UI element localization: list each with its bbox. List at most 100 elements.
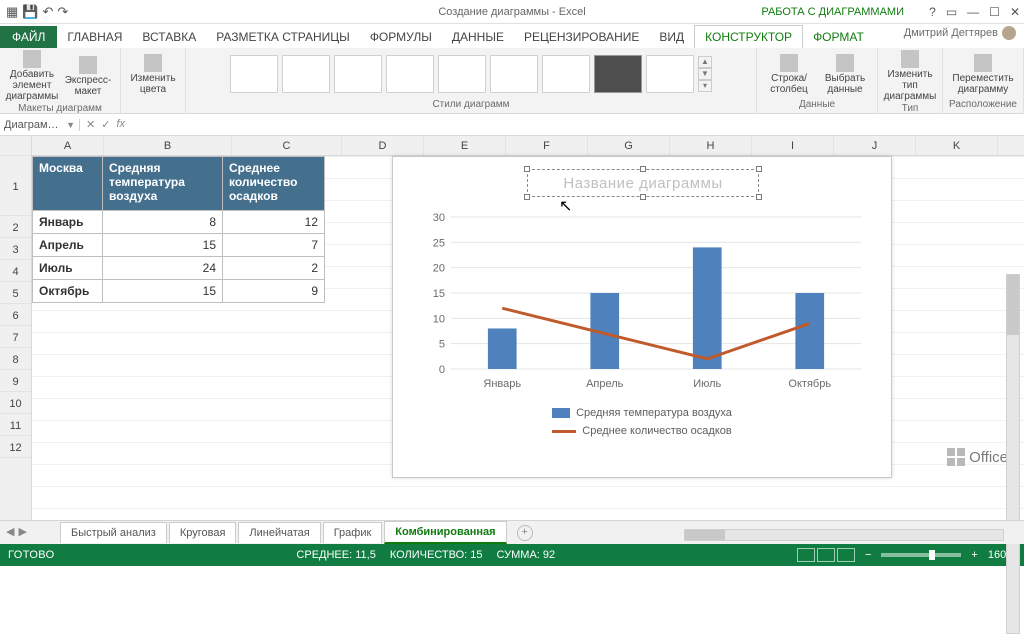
save-icon[interactable]: 💾 — [22, 4, 38, 20]
accept-formula-icon[interactable]: ✓ — [101, 118, 110, 131]
zoom-slider[interactable] — [881, 553, 961, 557]
chart-object[interactable]: Название диаграммы ↖ 051015202530ЯнварьА… — [392, 156, 892, 478]
chart-style-5[interactable] — [438, 55, 486, 93]
title-bar: ▦ 💾 ↶ ↷ Создание диаграммы - Excel РАБОТ… — [0, 0, 1024, 24]
chart-legend[interactable]: Средняя температура воздуха Среднее коли… — [393, 407, 891, 437]
change-colors-button[interactable]: Изменить цвета — [127, 54, 179, 95]
svg-text:20: 20 — [433, 263, 445, 275]
tab-data[interactable]: ДАННЫЕ — [442, 26, 514, 48]
tab-layout[interactable]: РАЗМЕТКА СТРАНИЦЫ — [206, 26, 360, 48]
chart-style-9[interactable] — [646, 55, 694, 93]
avatar-icon — [1002, 26, 1016, 40]
minimize-icon[interactable]: — — [967, 5, 979, 19]
sheet-tab[interactable]: Линейчатая — [238, 522, 320, 543]
gallery-scroll[interactable]: ▲▼▾ — [698, 56, 712, 92]
cancel-formula-icon[interactable]: ✕ — [86, 118, 95, 131]
chevron-down-icon[interactable]: ▼ — [66, 120, 75, 130]
chart-styles-gallery[interactable]: ▲▼▾ — [230, 50, 712, 98]
sheet-tab[interactable]: Круговая — [169, 522, 237, 543]
svg-text:Июль: Июль — [693, 378, 721, 390]
svg-text:15: 15 — [433, 288, 445, 300]
chart-style-3[interactable] — [334, 55, 382, 93]
tab-home[interactable]: ГЛАВНАЯ — [57, 26, 132, 48]
group-location: Расположение — [949, 98, 1017, 111]
svg-text:Апрель: Апрель — [586, 378, 624, 390]
column-headers[interactable]: A B C DEF GHI JK — [32, 136, 1024, 156]
svg-text:10: 10 — [433, 313, 445, 325]
tab-view[interactable]: ВИД — [649, 26, 694, 48]
svg-text:25: 25 — [433, 237, 445, 249]
status-bar: ГОТОВО СРЕДНЕЕ: 11,5 КОЛИЧЕСТВО: 15 СУММ… — [0, 544, 1024, 566]
chart-title[interactable]: Название диаграммы — [527, 169, 759, 197]
account-label[interactable]: Дмитрий Дегтярев — [904, 26, 1016, 40]
group-type: Тип — [902, 102, 919, 115]
sheet-nav[interactable]: ◀▶ — [6, 525, 27, 538]
undo-icon[interactable]: ↶ — [42, 4, 53, 20]
table-row: Январь812 — [33, 211, 325, 234]
table-header-temp[interactable]: Средняя температура воздуха — [103, 157, 223, 211]
tab-insert[interactable]: ВСТАВКА — [132, 26, 206, 48]
svg-text:Октябрь: Октябрь — [788, 378, 831, 390]
fx-icon[interactable]: fx — [116, 118, 125, 131]
group-chart-layouts: Макеты диаграмм — [18, 102, 102, 115]
table-row: Июль242 — [33, 257, 325, 280]
quick-layout-button[interactable]: Экспресс-макет — [62, 56, 114, 97]
worksheet[interactable]: 1 234 567 8910 1112 A B C DEF GHI JK Мос… — [0, 136, 1024, 520]
table-row: Октябрь159 — [33, 280, 325, 303]
maximize-icon[interactable]: ☐ — [989, 5, 1000, 19]
name-box[interactable]: Диаграм…▼ — [0, 119, 80, 131]
office-logo: Office — [947, 448, 1008, 466]
chart-style-8[interactable] — [594, 55, 642, 93]
ribbon-toggle-icon[interactable]: ▭ — [946, 5, 957, 19]
context-tab-title: РАБОТА С ДИАГРАММАМИ — [761, 6, 904, 18]
chart-style-1[interactable] — [230, 55, 278, 93]
chart-style-4[interactable] — [386, 55, 434, 93]
status-mode: ГОТОВО — [8, 549, 55, 561]
window-title: Создание диаграммы - Excel — [438, 6, 585, 18]
group-chart-styles: Стили диаграмм — [432, 98, 509, 111]
ribbon: Добавить элемент диаграммы Экспресс-маке… — [0, 48, 1024, 114]
table-row: Апрель157 — [33, 234, 325, 257]
vertical-scrollbar[interactable] — [1006, 274, 1020, 634]
add-chart-element-button[interactable]: Добавить элемент диаграммы — [6, 50, 58, 102]
excel-app-icon: ▦ — [6, 4, 18, 20]
formula-bar: Диаграм…▼ ✕ ✓ fx — [0, 114, 1024, 136]
sheet-tab[interactable]: Быстрый анализ — [60, 522, 167, 543]
view-switcher[interactable] — [797, 548, 855, 562]
chart-style-7[interactable] — [542, 55, 590, 93]
tab-format[interactable]: ФОРМАТ — [803, 26, 874, 48]
table-header-precip[interactable]: Среднее количество осадков — [223, 157, 325, 211]
account-name: Дмитрий Дегтярев — [904, 27, 998, 39]
select-data-button[interactable]: Выбрать данные — [819, 54, 871, 95]
chart-style-2[interactable] — [282, 55, 330, 93]
sheet-tab-active[interactable]: Комбинированная — [384, 521, 506, 544]
svg-text:5: 5 — [439, 339, 445, 351]
horizontal-scrollbar[interactable] — [684, 529, 1004, 541]
sheet-tab[interactable]: График — [323, 522, 383, 543]
help-icon[interactable]: ? — [929, 5, 936, 19]
row-headers[interactable]: 1 234 567 8910 1112 — [0, 136, 32, 520]
tab-design[interactable]: КОНСТРУКТОР — [694, 25, 803, 48]
chart-style-6[interactable] — [490, 55, 538, 93]
redo-icon[interactable]: ↷ — [57, 4, 68, 20]
data-table[interactable]: Москва Средняя температура воздуха Средн… — [32, 156, 325, 303]
close-icon[interactable]: ✕ — [1010, 5, 1020, 19]
svg-text:0: 0 — [439, 364, 445, 376]
file-tab[interactable]: ФАЙЛ — [0, 26, 57, 48]
move-chart-button[interactable]: Переместить диаграмму — [957, 54, 1009, 95]
add-sheet-button[interactable]: + — [517, 525, 533, 541]
tab-formulas[interactable]: ФОРМУЛЫ — [360, 26, 442, 48]
group-data: Данные — [799, 98, 835, 111]
change-chart-type-button[interactable]: Изменить тип диаграммы — [884, 50, 936, 102]
table-header-city[interactable]: Москва — [33, 157, 103, 211]
svg-text:30: 30 — [433, 213, 445, 224]
chart-plot-area[interactable]: 0 5 10 15 20 25 30 Январь Апрель Июль Октябрь — [415, 213, 871, 393]
tab-review[interactable]: РЕЦЕНЗИРОВАНИЕ — [514, 26, 649, 48]
ribbon-tabs: ФАЙЛ ГЛАВНАЯ ВСТАВКА РАЗМЕТКА СТРАНИЦЫ Ф… — [0, 24, 1024, 48]
legend-swatch-line — [552, 430, 576, 433]
switch-row-column-button[interactable]: Строка/столбец — [763, 54, 815, 95]
quick-access-toolbar: ▦ 💾 ↶ ↷ — [0, 4, 74, 20]
legend-swatch-bar — [552, 408, 570, 418]
svg-text:Январь: Январь — [483, 378, 521, 390]
sheet-tabs: ◀▶ Быстрый анализ Круговая Линейчатая Гр… — [0, 520, 1024, 544]
